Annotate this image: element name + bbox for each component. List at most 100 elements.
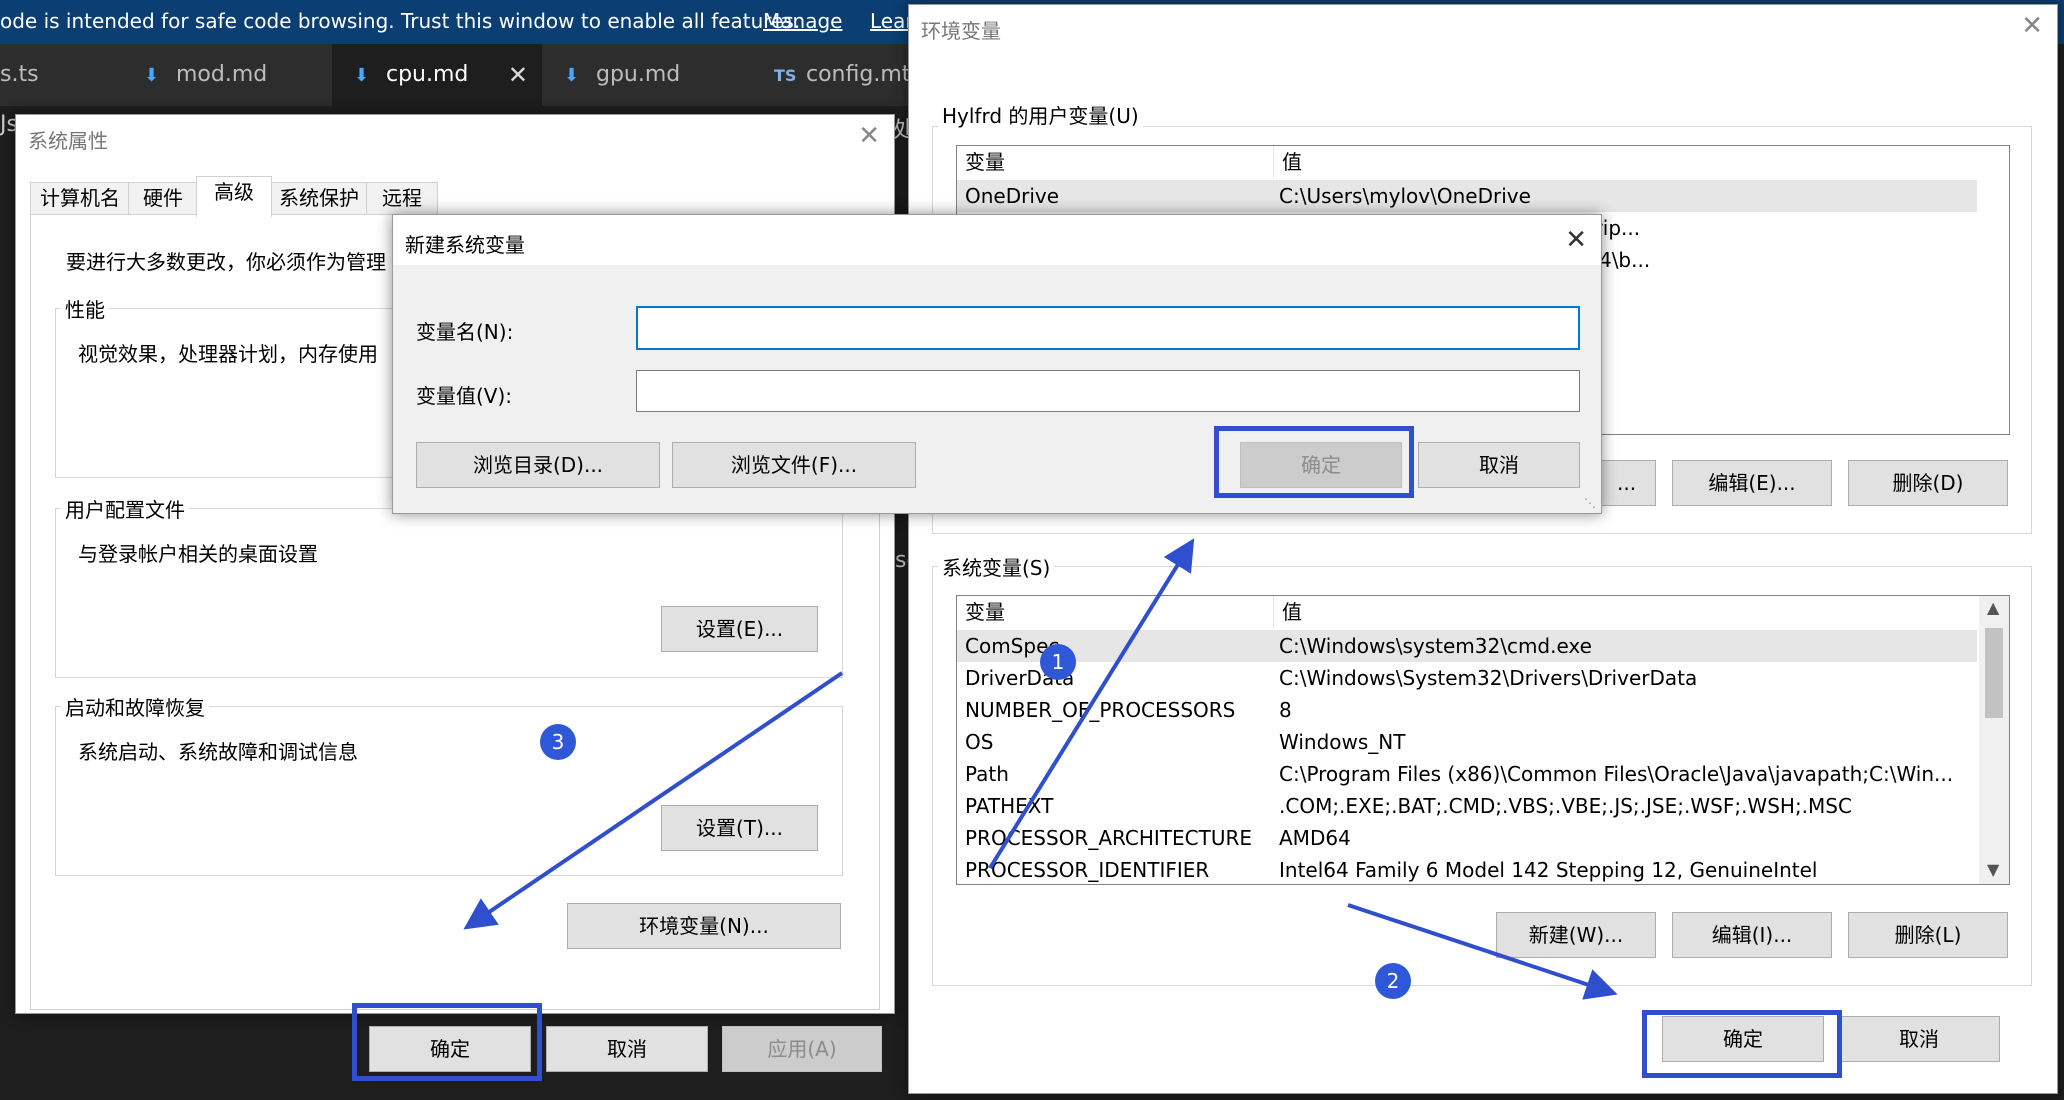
resize-grip-icon[interactable]: ⋱ [1584,496,1596,510]
tab-mod-md[interactable]: ⬇ mod.md [122,44,333,106]
variable-value-label: 变量值(V): [416,384,513,408]
system-variables-label: 系统变量(S) [938,552,1055,581]
tab-label: gpu.md [596,62,681,87]
variable-name-input[interactable] [636,306,1580,350]
tab-label: s.ts [0,62,39,87]
variable-name: PROCESSOR_IDENTIFIER [965,858,1210,882]
column-header-variable[interactable]: 变量 [957,596,1275,628]
close-icon[interactable]: ✕ [858,121,880,151]
startup-recovery-label: 启动和故障恢复 [61,692,209,721]
user-edit-button[interactable]: 编辑(E)... [1672,460,1832,506]
tab-s-ts[interactable]: s.ts [0,44,123,106]
variable-name: OS [965,730,994,754]
env-cancel-button[interactable]: 取消 [1838,1016,2000,1062]
column-header-variable[interactable]: 变量 [957,146,1275,178]
user-profile-desc: 与登录帐户相关的桌面设置 [78,542,318,566]
step-badge-3: 3 [540,724,576,760]
tab-cpu-md[interactable]: ⬇ cpu.md ✕ [332,44,543,106]
variable-value: AMD64 [1279,826,1351,850]
dialog-title: 新建系统变量 [405,233,525,257]
variable-name: OneDrive [965,184,1060,208]
close-icon[interactable]: ✕ [1565,225,1587,255]
table-row[interactable]: PROCESSOR_ARCHITECTURE AMD64 [957,822,1977,854]
table-row[interactable]: PROCESSOR_IDENTIFIER Intel64 Family 6 Mo… [957,854,1977,884]
variable-value: C:\Windows\system32\cmd.exe [1279,634,1592,658]
markdown-icon: ⬇ [144,65,160,86]
dialog-title: 系统属性 [28,129,108,153]
variable-value: .COM;.EXE;.BAT;.CMD;.VBS;.VBE;.JS;.JSE;.… [1279,794,1852,818]
markdown-icon: ⬇ [564,65,580,86]
browse-file-button[interactable]: 浏览文件(F)... [672,442,916,488]
system-properties-cancel-button[interactable]: 取消 [546,1026,708,1072]
system-properties-ok-button[interactable]: 确定 [369,1026,531,1072]
user-delete-button[interactable]: 删除(D) [1848,460,2008,506]
variable-value: Windows_NT [1279,730,1406,754]
tab-hardware[interactable]: 硬件 [128,182,198,215]
chevron-down-icon[interactable]: ▼ [1987,860,1999,879]
tab-gpu-md[interactable]: ⬇ gpu.md [542,44,753,106]
typescript-icon: TS [774,66,797,85]
system-delete-button[interactable]: 删除(L) [1848,912,2008,958]
performance-label: 性能 [61,294,109,323]
variable-value: C:\Windows\System32\Drivers\DriverData [1279,666,1698,690]
startup-recovery-desc: 系统启动、系统故障和调试信息 [78,740,358,764]
browse-directory-button[interactable]: 浏览目录(D)... [416,442,660,488]
variable-name: ComSpec [965,634,1060,658]
chevron-up-icon[interactable]: ▲ [1987,598,1999,617]
table-row[interactable]: Path C:\Program Files (x86)\Common Files… [957,758,1977,790]
table-row[interactable]: DriverData C:\Windows\System32\Drivers\D… [957,662,1977,694]
variable-name: PATHEXT [965,794,1054,818]
system-edit-button[interactable]: 编辑(I)... [1672,912,1832,958]
system-new-button[interactable]: 新建(W)... [1496,912,1656,958]
tab-config-mts[interactable]: TS config.mts [752,44,921,106]
tab-label: mod.md [176,62,268,87]
variable-value: C:\Users\mylov\OneDrive [1279,184,1531,208]
performance-desc: 视觉效果，处理器计划，内存使用 [78,342,378,366]
table-row[interactable]: OneDrive C:\Users\mylov\OneDrive [957,180,1977,212]
table-row[interactable]: NUMBER_OF_PROCESSORS 8 [957,694,1977,726]
close-icon[interactable]: ✕ [2021,11,2043,41]
dialog-title: 环境变量 [921,19,1001,43]
variable-name-label: 变量名(N): [416,320,514,344]
variable-value: Intel64 Family 6 Model 142 Stepping 12, … [1279,858,1818,882]
user-profile-settings-button[interactable]: 设置(E)... [661,606,818,652]
tab-system-protection[interactable]: 系统保护 [270,182,368,215]
scrollbar-thumb[interactable] [1985,628,2003,718]
tab-remote[interactable]: 远程 [366,182,438,215]
tab-label: config.mts [806,62,921,87]
step-badge-1: 1 [1040,644,1076,680]
variable-name: DriverData [965,666,1075,690]
variable-name: PROCESSOR_ARCHITECTURE [965,826,1253,850]
tab-computer-name[interactable]: 计算机名 [30,182,130,215]
scrollbar[interactable]: ▲ ▼ [1979,596,2009,884]
user-profile-label: 用户配置文件 [61,494,189,523]
user-variables-label: Hylfrd 的用户变量(U) [938,100,1143,129]
banner-manage-link[interactable]: Manage [763,9,842,33]
new-variable-ok-button[interactable]: 确定 [1240,442,1402,488]
table-row[interactable]: ComSpec C:\Windows\system32\cmd.exe [957,630,1977,662]
editor-tab-bar: s.ts ⬇ mod.md ⬇ cpu.md ✕ ⬇ gpu.md TS config.… [0,44,921,106]
column-header-value[interactable]: 值 [1273,146,1942,178]
startup-recovery-settings-button[interactable]: 设置(T)... [661,805,818,851]
step-badge-2: 2 [1375,963,1411,999]
environment-variables-button[interactable]: 环境变量(N)... [567,903,841,949]
table-row[interactable]: PATHEXT .COM;.EXE;.BAT;.CMD;.VBS;.VBE;.J… [957,790,1977,822]
banner-message: ode is intended for safe code browsing. … [0,9,801,33]
markdown-icon: ⬇ [354,65,370,86]
tab-advanced[interactable]: 高级 [196,176,272,217]
new-variable-cancel-button[interactable]: 取消 [1418,442,1580,488]
variable-name: Path [965,762,1009,786]
table-row[interactable]: OS Windows_NT [957,726,1977,758]
variable-name: NUMBER_OF_PROCESSORS [965,698,1236,722]
variable-value-input[interactable] [636,370,1580,412]
variable-value: C:\Program Files (x86)\Common Files\Orac… [1279,762,1954,786]
system-variables-list[interactable]: 变量 值 ComSpec C:\Windows\system32\cmd.exe… [956,595,2010,885]
user-profile-group [55,508,843,678]
close-icon[interactable]: ✕ [508,44,528,106]
tab-label: cpu.md [386,62,469,87]
env-ok-button[interactable]: 确定 [1662,1016,1824,1062]
admin-notice: 要进行大多数更改，你必须作为管理 [66,250,386,274]
system-properties-apply-button[interactable]: 应用(A) [722,1026,882,1072]
column-header-value[interactable]: 值 [1273,596,1942,628]
variable-value: 8 [1279,698,1292,722]
